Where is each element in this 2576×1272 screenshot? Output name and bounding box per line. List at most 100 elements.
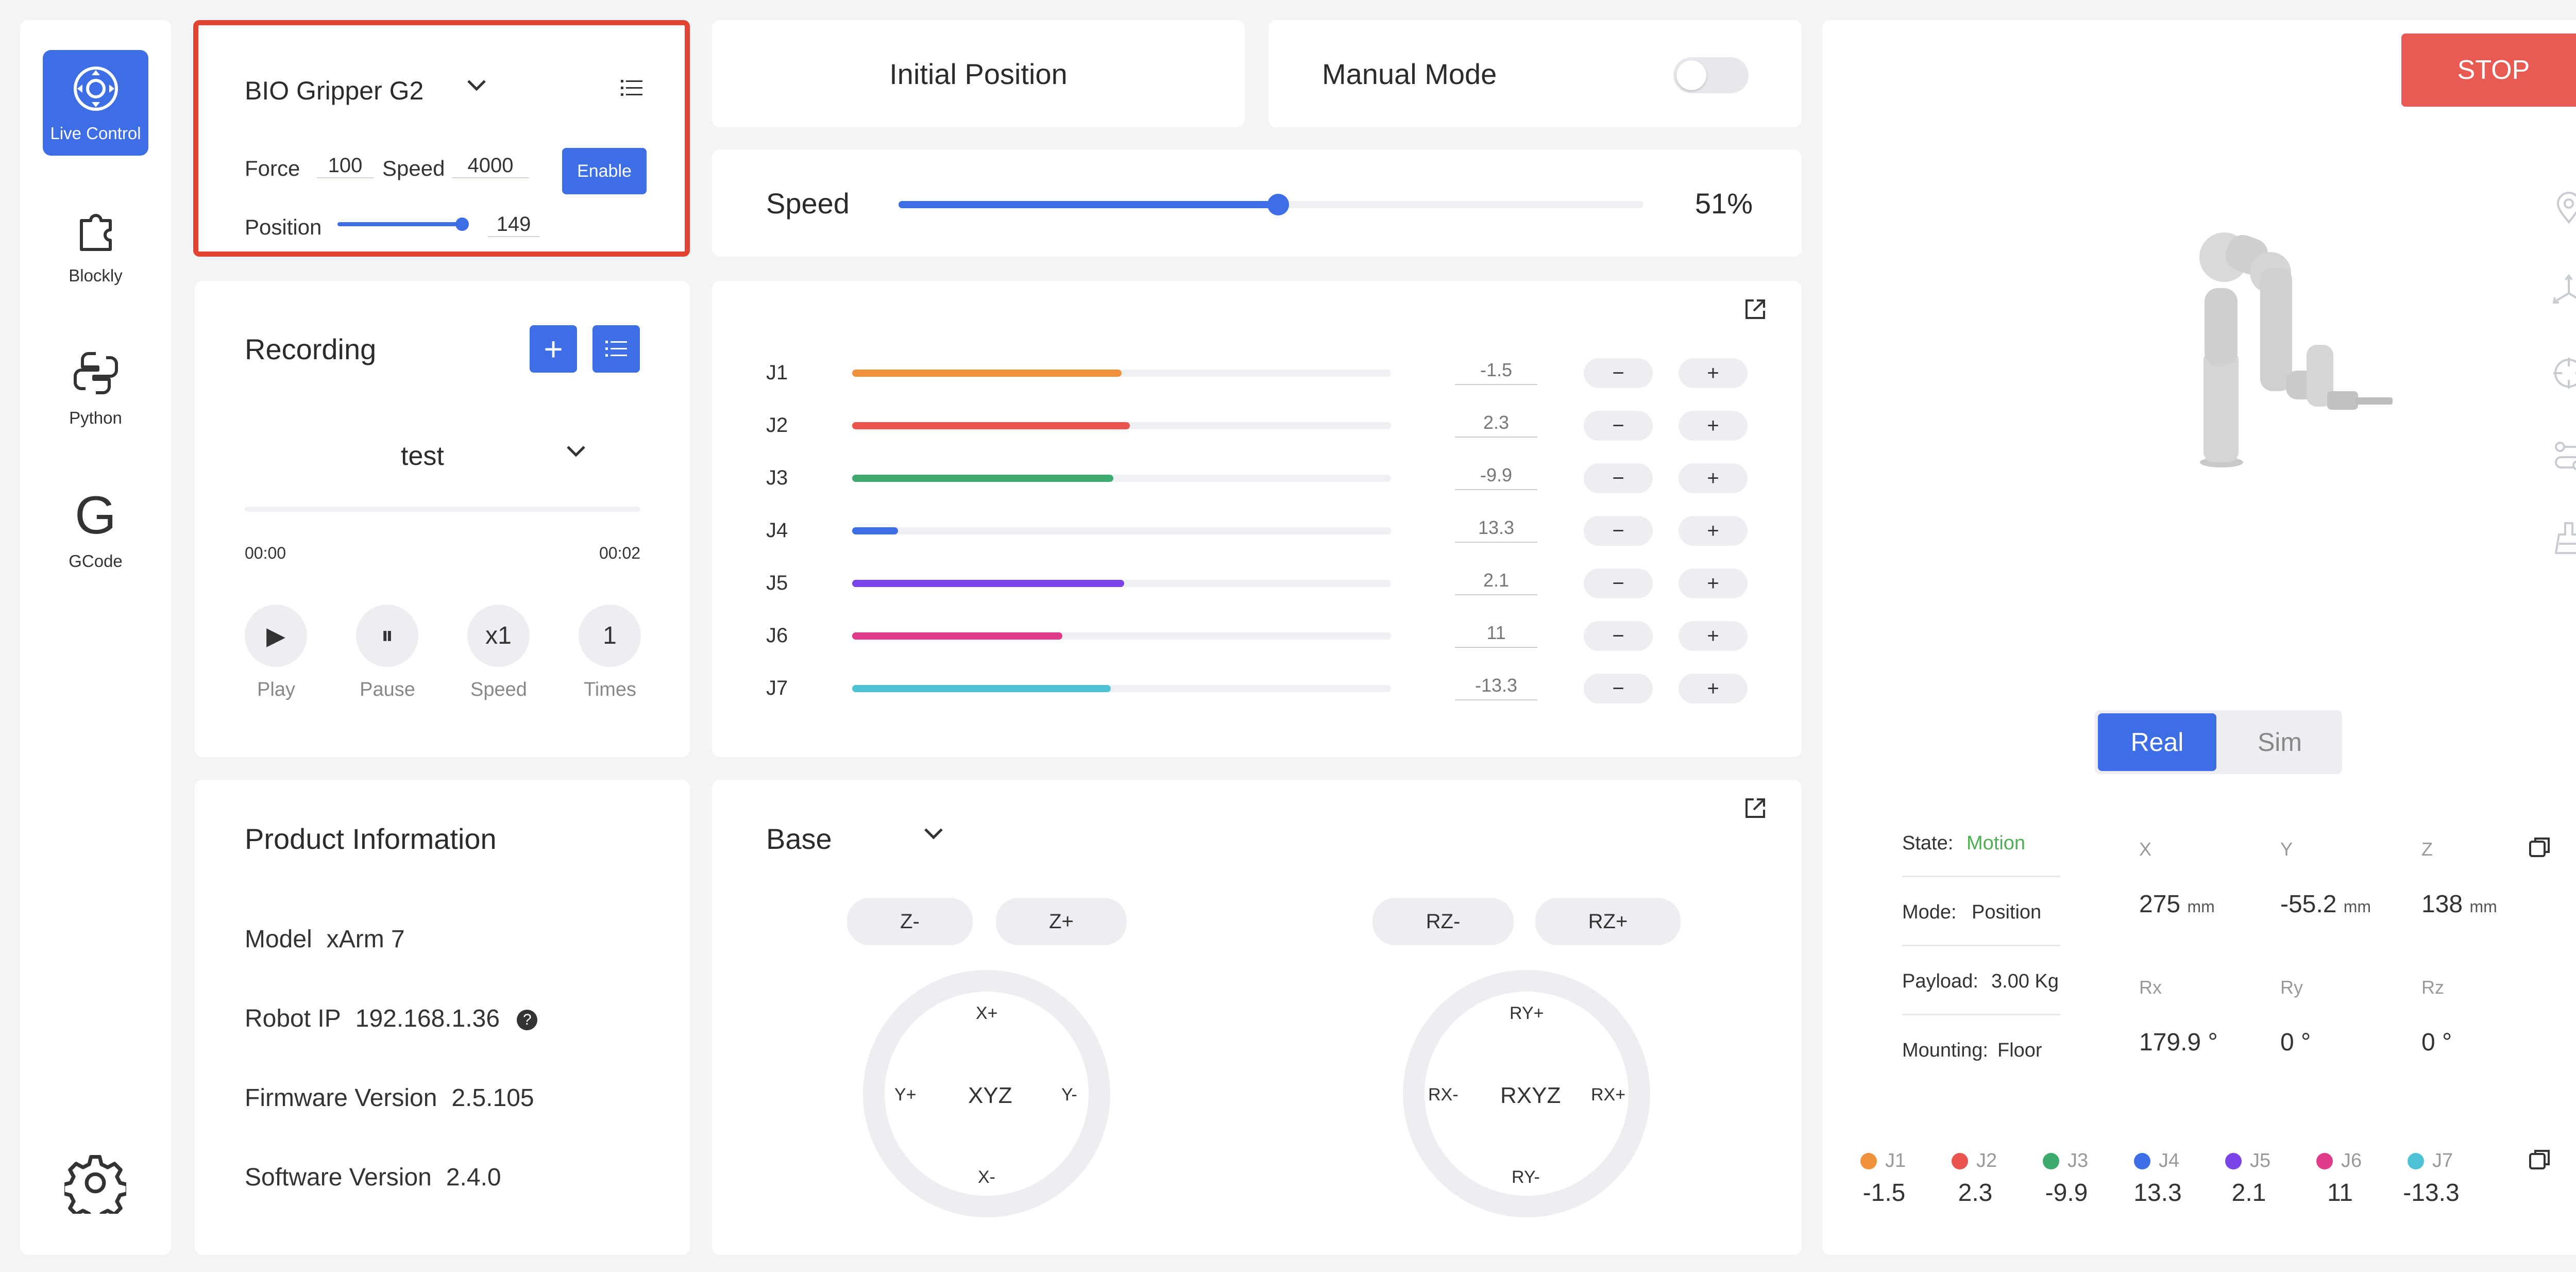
joint-decrement-button[interactable]: − bbox=[1584, 674, 1653, 704]
enable-button[interactable]: Enable bbox=[562, 148, 647, 194]
joint-decrement-button[interactable]: − bbox=[1584, 516, 1653, 546]
joint-value-input[interactable]: -13.3 bbox=[1455, 675, 1537, 700]
joint-slider[interactable] bbox=[852, 632, 1391, 640]
nav-blockly[interactable]: Blockly bbox=[43, 192, 148, 298]
product-row-software: Software Version2.4.0 bbox=[245, 1163, 501, 1192]
joint-slider-fill bbox=[852, 632, 1062, 640]
robot-view-panel: STOP bbox=[1822, 20, 2576, 1255]
jog-z-plus-button[interactable]: Z+ bbox=[996, 898, 1127, 945]
list-icon bbox=[621, 79, 642, 97]
joint-increment-button[interactable]: + bbox=[1679, 358, 1748, 388]
joint-value-input[interactable]: 11 bbox=[1455, 622, 1537, 648]
broom-icon bbox=[2551, 520, 2576, 556]
coord-y-label: Y bbox=[2280, 839, 2293, 860]
pause-button[interactable]: ⏸ bbox=[356, 605, 418, 667]
jog-rz-minus-button[interactable]: RZ- bbox=[1372, 898, 1514, 945]
play-button[interactable]: ▶ bbox=[245, 605, 307, 667]
force-input[interactable]: 100 bbox=[317, 154, 374, 178]
recording-selected[interactable]: test bbox=[401, 441, 444, 472]
copy-coords-button[interactable] bbox=[2528, 835, 2552, 859]
joint-increment-button[interactable]: + bbox=[1679, 674, 1748, 704]
jog-rx-plus[interactable]: RX+ bbox=[1591, 1085, 1625, 1105]
nav-gcode[interactable]: G GCode bbox=[43, 477, 148, 582]
speed-input[interactable]: 4000 bbox=[452, 154, 529, 178]
robot-3d-view[interactable] bbox=[2173, 216, 2410, 484]
joint-slider[interactable] bbox=[852, 685, 1391, 692]
coord-ry-unit: ° bbox=[2301, 1029, 2311, 1056]
real-mode-button[interactable]: Real bbox=[2098, 713, 2216, 771]
recording-list-button[interactable] bbox=[592, 325, 640, 373]
joints-popout-button[interactable] bbox=[1742, 296, 1768, 322]
joint-decrement-button[interactable]: − bbox=[1584, 411, 1653, 441]
joint-value-input[interactable]: -1.5 bbox=[1455, 359, 1537, 385]
joint-decrement-button[interactable]: − bbox=[1584, 463, 1653, 493]
speed-slider-knob[interactable] bbox=[1267, 194, 1289, 215]
sim-mode-button[interactable]: Sim bbox=[2221, 713, 2339, 771]
joint-slider[interactable] bbox=[852, 527, 1391, 534]
divider bbox=[1902, 1014, 2060, 1015]
joint-increment-button[interactable]: + bbox=[1679, 411, 1748, 441]
stop-button[interactable]: STOP bbox=[2401, 34, 2576, 107]
jog-z-minus-button[interactable]: Z- bbox=[847, 898, 973, 945]
joint-slider[interactable] bbox=[852, 370, 1391, 377]
jog-ry-minus[interactable]: RY- bbox=[1512, 1167, 1540, 1187]
coord-ry-label: Ry bbox=[2280, 977, 2303, 998]
help-icon[interactable]: ? bbox=[517, 1010, 537, 1030]
position-input[interactable]: 149 bbox=[488, 213, 539, 237]
speed-slider[interactable] bbox=[899, 201, 1643, 208]
jog-rx-minus[interactable]: RX- bbox=[1428, 1085, 1459, 1105]
coord-rx-label: Rx bbox=[2139, 977, 2162, 998]
jog-ry-plus[interactable]: RY+ bbox=[1510, 1003, 1544, 1024]
nav-python[interactable]: Python bbox=[43, 334, 148, 440]
gripper-menu-button[interactable] bbox=[621, 79, 642, 97]
position-slider-knob[interactable] bbox=[455, 217, 469, 231]
location-button[interactable] bbox=[2551, 190, 2576, 226]
joint-slider[interactable] bbox=[852, 475, 1391, 482]
jog-y-plus[interactable]: Y+ bbox=[894, 1085, 917, 1105]
gripper-select-dropdown[interactable] bbox=[466, 79, 487, 92]
joint-increment-button[interactable]: + bbox=[1679, 568, 1748, 598]
settings-button[interactable] bbox=[64, 1152, 126, 1214]
nav-live-control[interactable]: Live Control bbox=[43, 50, 148, 156]
manual-mode-toggle[interactable] bbox=[1673, 57, 1749, 93]
jog-rz-plus-button[interactable]: RZ+ bbox=[1535, 898, 1681, 945]
joint-value-input[interactable]: 2.1 bbox=[1455, 570, 1537, 595]
target-button[interactable] bbox=[2551, 355, 2576, 391]
product-firmware-value: 2.5.105 bbox=[451, 1084, 534, 1112]
coordinate-frame-dropdown[interactable] bbox=[923, 827, 944, 841]
joint-slider[interactable] bbox=[852, 422, 1391, 429]
joint-value-input[interactable]: -9.9 bbox=[1455, 464, 1537, 490]
jog-y-minus[interactable]: Y- bbox=[1061, 1085, 1077, 1105]
jog-x-minus[interactable]: X- bbox=[978, 1167, 995, 1187]
joint-slider[interactable] bbox=[852, 580, 1391, 587]
recording-select-dropdown[interactable] bbox=[566, 445, 586, 458]
initial-position-button[interactable]: Initial Position bbox=[712, 20, 1245, 127]
joint-decrement-button[interactable]: − bbox=[1584, 621, 1653, 651]
joint-increment-button[interactable]: + bbox=[1679, 516, 1748, 546]
joint-value-input[interactable]: 13.3 bbox=[1455, 517, 1537, 543]
product-model-key: Model bbox=[245, 926, 312, 953]
axes-button[interactable] bbox=[2551, 273, 2576, 309]
joint-label: J3 bbox=[766, 466, 788, 490]
joint-summary-label: J7 bbox=[2432, 1150, 2453, 1172]
joint-value-input[interactable]: 2.3 bbox=[1455, 412, 1537, 438]
joint-increment-button[interactable]: + bbox=[1679, 621, 1748, 651]
base-popout-button[interactable] bbox=[1742, 795, 1768, 821]
recording-progress-bar[interactable] bbox=[245, 507, 640, 512]
add-recording-button[interactable]: + bbox=[530, 325, 577, 373]
product-row-ip: Robot IP192.168.1.36 ? bbox=[245, 1005, 537, 1033]
joint-increment-button[interactable]: + bbox=[1679, 463, 1748, 493]
gcode-icon: G bbox=[75, 489, 116, 542]
joint-summary-value: 13.3 bbox=[2111, 1179, 2204, 1207]
coordinate-frame-select[interactable]: Base bbox=[766, 822, 832, 856]
joint-decrement-button[interactable]: − bbox=[1584, 568, 1653, 598]
position-slider[interactable] bbox=[337, 222, 463, 226]
times-button[interactable]: 1 bbox=[579, 605, 641, 667]
joint-decrement-button[interactable]: − bbox=[1584, 358, 1653, 388]
jog-x-plus[interactable]: X+ bbox=[976, 1003, 998, 1024]
copy-joints-button[interactable] bbox=[2528, 1148, 2552, 1171]
path-button[interactable] bbox=[2551, 438, 2576, 474]
product-ip-key: Robot IP bbox=[245, 1005, 341, 1032]
playback-speed-button[interactable]: x1 bbox=[467, 605, 530, 667]
clear-button[interactable] bbox=[2551, 520, 2576, 556]
